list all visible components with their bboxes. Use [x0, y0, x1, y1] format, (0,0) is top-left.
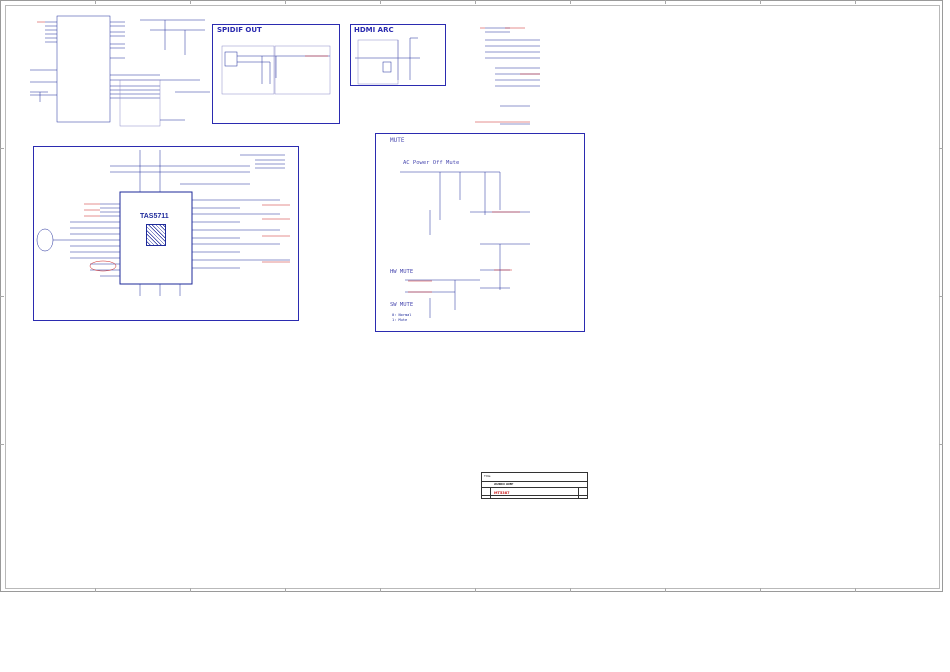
spdif-out-title: SPIDIF OUT	[217, 26, 262, 34]
title-block: Title AUDIO AMP MT5387	[481, 472, 588, 499]
mute-title: MUTE	[390, 137, 405, 144]
title-block-part: MT5387	[494, 491, 510, 495]
spdif-out-frame	[212, 24, 340, 124]
hw-mute-label: HW MUTE	[390, 269, 414, 275]
mute-active-note: 1: Mute	[392, 318, 408, 322]
mute-normal-note: 0: Normal	[392, 313, 412, 317]
title-block-project: AUDIO AMP	[494, 482, 514, 486]
thermal-pad	[146, 224, 166, 246]
sw-mute-label: SW MUTE	[390, 302, 414, 308]
amplifier-frame	[33, 146, 299, 321]
title-block-label: Title	[484, 474, 491, 478]
schematic-wiring	[30, 15, 540, 318]
soc-audio-block	[56, 15, 111, 123]
ac-power-off-mute-label: AC Power Off Mute	[403, 160, 460, 166]
amp-chip-label: TAS5711	[140, 213, 169, 220]
hdmi-arc-title: HDMI ARC	[354, 26, 394, 34]
